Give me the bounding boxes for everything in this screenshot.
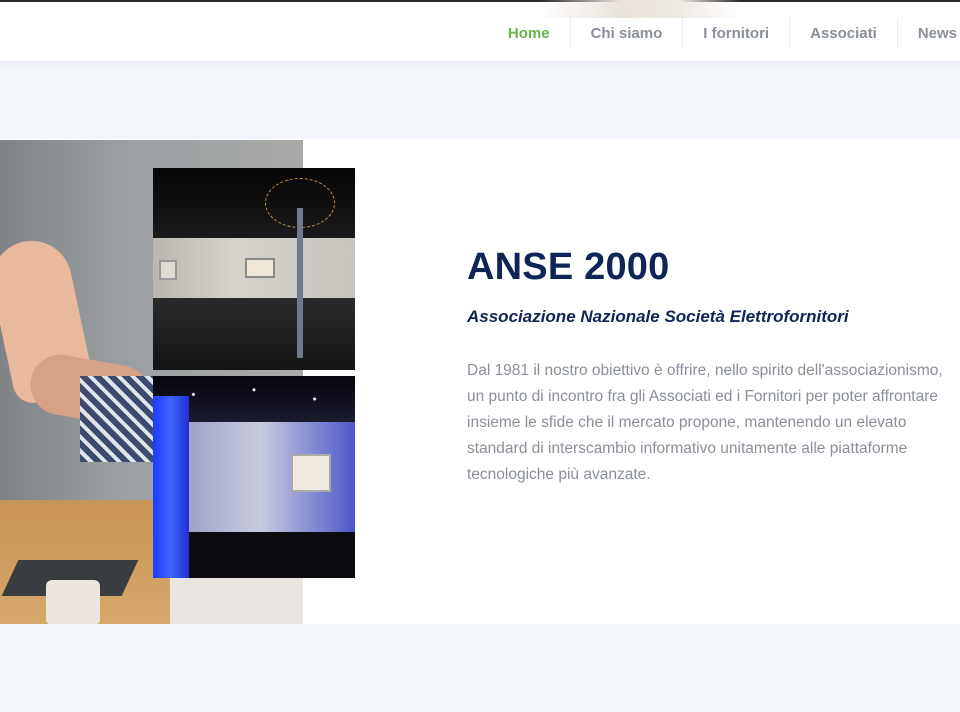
hero-description: Dal 1981 il nostro obiettivo è offrire, … (467, 362, 943, 483)
photo-blue-column (153, 396, 189, 578)
photo-coffee-cup (46, 580, 100, 624)
nav-chi-siamo[interactable]: Chi siamo (569, 18, 683, 48)
nav-i-fornitori[interactable]: I fornitori (682, 18, 789, 48)
nav-news[interactable]: News (896, 18, 960, 48)
nav-associati[interactable]: Associati (789, 18, 897, 48)
hero-title: ANSE 2000 (467, 246, 670, 288)
photo-floor (153, 298, 355, 370)
photo-floor-dark (183, 532, 355, 578)
hero-subtitle: Associazione Nazionale Società Elettrofo… (467, 307, 849, 326)
photo-pole (297, 208, 303, 358)
top-image-fragment (540, 0, 740, 18)
photo-papers (170, 570, 303, 624)
photo-sleeve (80, 376, 160, 462)
showroom-chandelier-photo (153, 168, 355, 370)
nav-home[interactable]: Home (488, 18, 570, 48)
top-strip (0, 0, 960, 18)
navbar: Home Chi siamo I fornitori Associati New… (0, 18, 960, 61)
showroom-blue-light-photo (153, 376, 355, 578)
hero-text-block: ANSE 2000 Associazione Nazionale Società… (467, 244, 960, 488)
photo-frame (245, 258, 275, 278)
top-border (0, 0, 960, 2)
photo-frame-small (159, 260, 177, 280)
main-nav: Home Chi siamo I fornitori Associati New… (488, 18, 960, 48)
photo-artwork (291, 454, 331, 492)
